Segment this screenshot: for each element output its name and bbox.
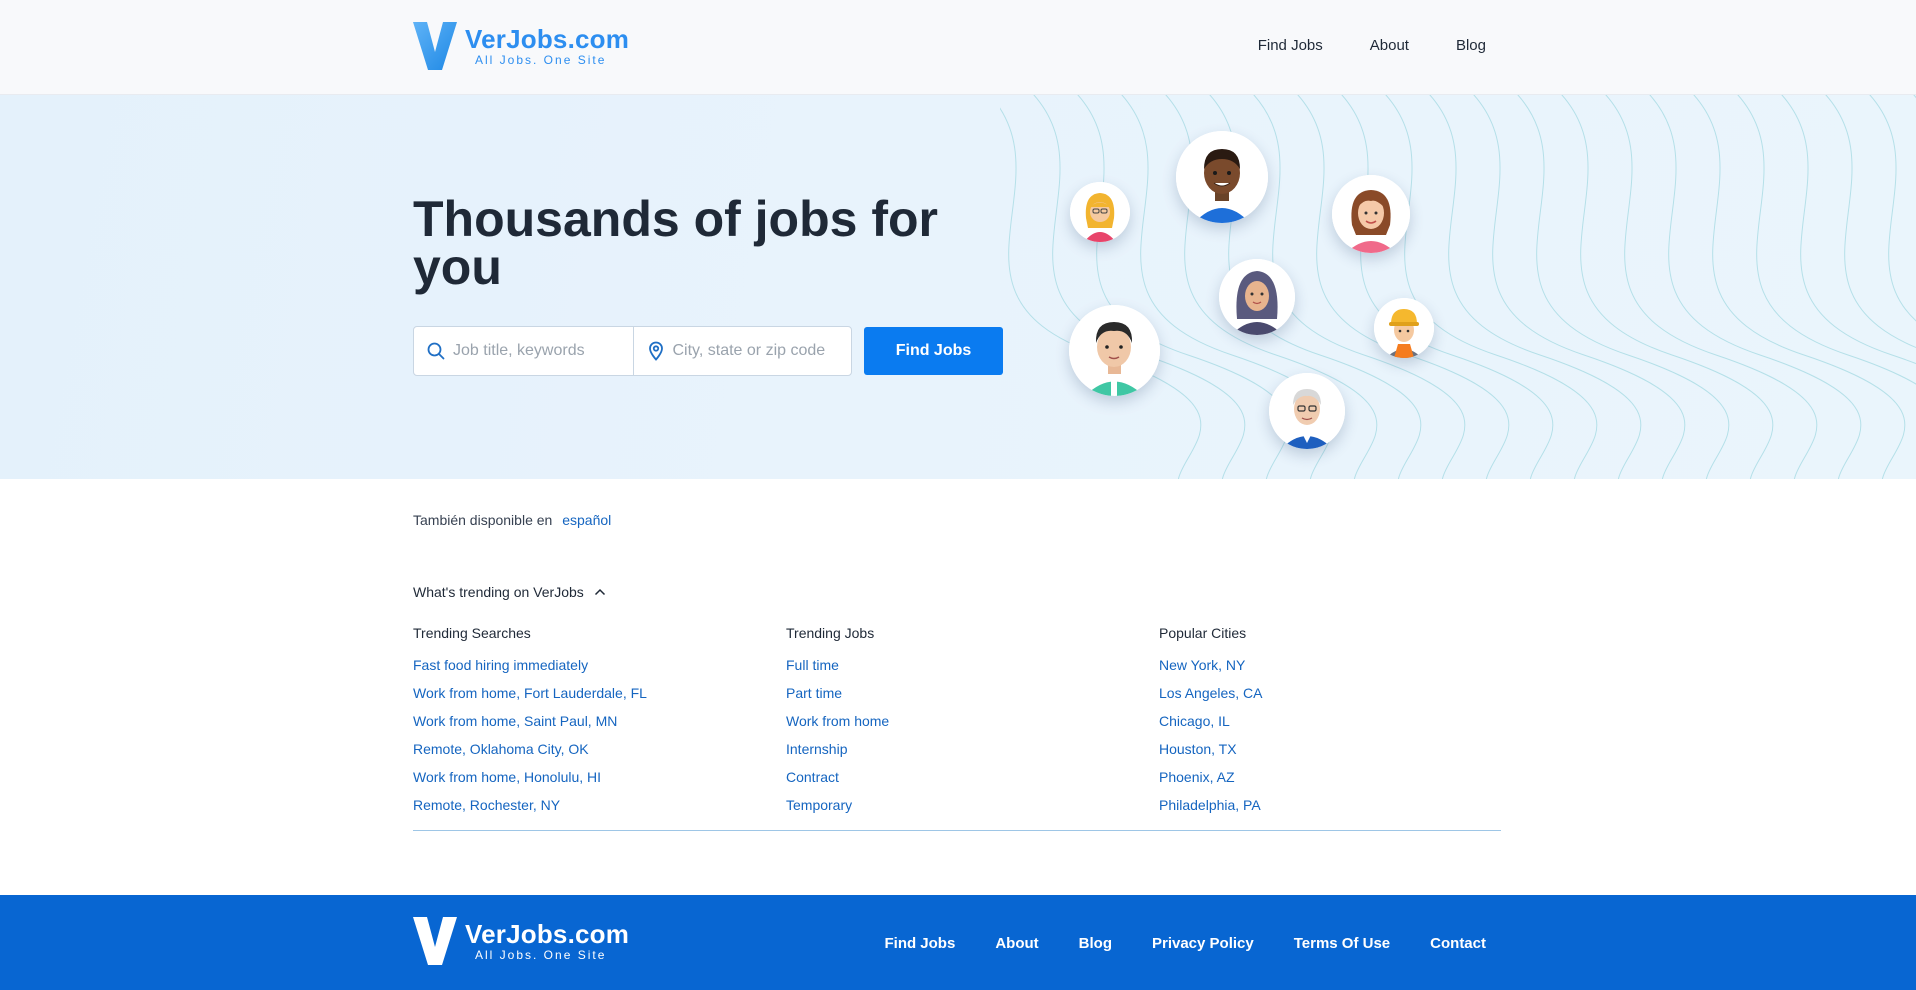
footer-nav-find-jobs[interactable]: Find Jobs: [884, 935, 955, 952]
popular-city-link[interactable]: Philadelphia, PA: [1159, 791, 1263, 819]
search-icon: [427, 342, 445, 360]
footer-nav-contact[interactable]: Contact: [1430, 935, 1486, 952]
logo-tagline: All Jobs. One Site: [475, 948, 607, 962]
footer-nav-privacy-policy[interactable]: Privacy Policy: [1152, 935, 1254, 952]
trending-job-link[interactable]: Full time: [786, 651, 889, 679]
popular-city-link[interactable]: Houston, TX: [1159, 735, 1263, 763]
avatar-man-dark-skin: [1176, 131, 1268, 223]
trending-search-link[interactable]: Remote, Oklahoma City, OK: [413, 735, 647, 763]
trending-search-link[interactable]: Work from home, Saint Paul, MN: [413, 707, 647, 735]
logo-tagline: All Jobs. One Site: [475, 53, 607, 67]
trending-searches-column: Trending Searches Fast food hiring immed…: [413, 624, 647, 819]
keyword-input[interactable]: [453, 342, 613, 360]
logo-v-icon: [413, 917, 457, 965]
trending-toggle[interactable]: What's trending on VerJobs: [413, 584, 606, 600]
nav-find-jobs[interactable]: Find Jobs: [1258, 37, 1323, 54]
nav-about[interactable]: About: [1370, 37, 1409, 54]
footer-logo[interactable]: VerJobs.com All Jobs. One Site: [413, 917, 629, 965]
avatar-young-man: [1069, 305, 1160, 396]
logo-v-icon: [413, 22, 457, 70]
popular-city-link[interactable]: New York, NY: [1159, 651, 1263, 679]
keyword-field[interactable]: [414, 327, 633, 375]
avatar-blonde-woman-glasses: [1070, 182, 1130, 242]
hero-section: Thousands of jobs for you Find Jobs: [0, 95, 1916, 479]
wave-lines-decoration: [1000, 95, 1916, 479]
header-nav: Find Jobs About Blog: [1258, 37, 1486, 54]
site-logo[interactable]: VerJobs.com All Jobs. One Site: [413, 22, 629, 70]
spanish-language-link[interactable]: español: [562, 512, 611, 528]
avatar-woman-hijab: [1219, 259, 1295, 335]
chevron-up-icon: [594, 588, 605, 596]
footer-nav-about[interactable]: About: [995, 935, 1038, 952]
trending-job-link[interactable]: Temporary: [786, 791, 889, 819]
logo-name: VerJobs.com: [465, 24, 630, 54]
trending-job-link[interactable]: Work from home: [786, 707, 889, 735]
popular-city-link[interactable]: Los Angeles, CA: [1159, 679, 1263, 707]
trending-job-link[interactable]: Part time: [786, 679, 889, 707]
nav-blog[interactable]: Blog: [1456, 37, 1486, 54]
popular-city-link[interactable]: Chicago, IL: [1159, 707, 1263, 735]
popular-cities-column: Popular Cities New York, NY Los Angeles,…: [1159, 624, 1263, 819]
job-search-form: [413, 326, 852, 376]
trending-search-link[interactable]: Fast food hiring immediately: [413, 651, 647, 679]
trending-toggle-label: What's trending on VerJobs: [413, 584, 584, 600]
avatar-older-man-glasses: [1269, 373, 1345, 449]
location-pin-icon: [648, 341, 663, 361]
trending-job-link[interactable]: Contract: [786, 763, 889, 791]
find-jobs-button[interactable]: Find Jobs: [864, 327, 1003, 375]
hero-title: Thousands of jobs for you: [413, 191, 938, 295]
section-divider: [413, 830, 1501, 831]
language-notice-text: También disponible en: [413, 512, 553, 528]
site-footer: VerJobs.com All Jobs. One Site Find Jobs…: [0, 895, 1916, 990]
footer-nav: Find Jobs About Blog Privacy Policy Term…: [884, 935, 1486, 952]
column-heading: Trending Searches: [413, 625, 531, 641]
avatar-woman-brown-hair: [1332, 175, 1410, 253]
trending-search-link[interactable]: Work from home, Fort Lauderdale, FL: [413, 679, 647, 707]
logo-name: VerJobs.com: [465, 919, 630, 949]
location-field[interactable]: [632, 327, 852, 375]
avatar-construction-worker: [1374, 298, 1434, 358]
location-input[interactable]: [672, 342, 833, 360]
column-heading: Popular Cities: [1159, 625, 1247, 641]
language-notice: También disponible en español: [413, 512, 611, 528]
trending-search-link[interactable]: Work from home, Honolulu, HI: [413, 763, 647, 791]
footer-nav-blog[interactable]: Blog: [1079, 935, 1112, 952]
footer-nav-terms-of-use[interactable]: Terms Of Use: [1294, 935, 1390, 952]
column-heading: Trending Jobs: [786, 625, 875, 641]
trending-search-link[interactable]: Remote, Rochester, NY: [413, 791, 647, 819]
site-header: VerJobs.com All Jobs. One Site Find Jobs…: [0, 0, 1916, 95]
trending-jobs-column: Trending Jobs Full time Part time Work f…: [786, 624, 889, 819]
popular-city-link[interactable]: Phoenix, AZ: [1159, 763, 1263, 791]
trending-job-link[interactable]: Internship: [786, 735, 889, 763]
